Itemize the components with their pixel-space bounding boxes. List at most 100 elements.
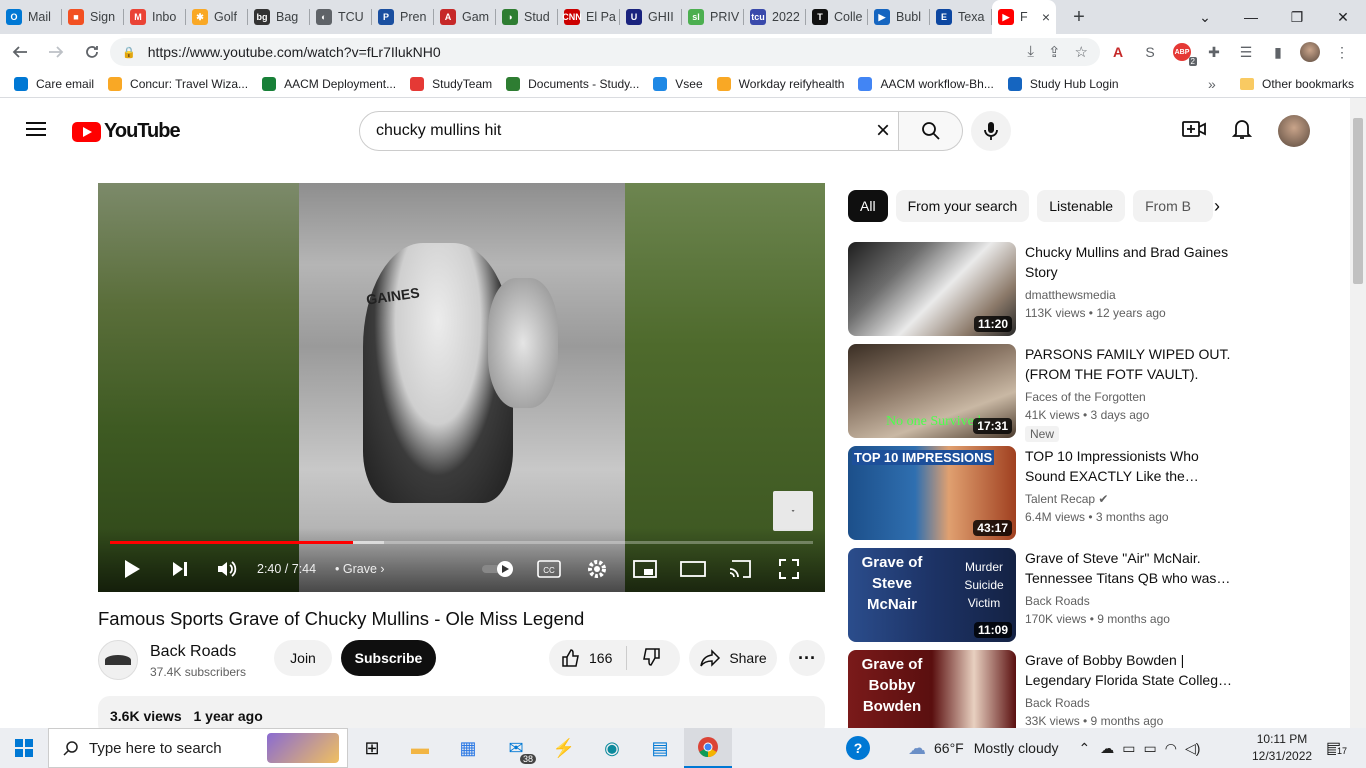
task-view-icon[interactable]: ⊞ — [348, 728, 396, 768]
voice-search-button[interactable] — [971, 111, 1011, 151]
subscribe-button[interactable]: Subscribe — [341, 640, 436, 676]
create-video-icon[interactable] — [1182, 119, 1206, 144]
browser-tab[interactable]: ✱ Golf — [186, 0, 248, 34]
settings-button[interactable] — [584, 555, 610, 583]
side-panel-icon[interactable]: ▮ — [1268, 42, 1288, 62]
browser-tab[interactable]: CNN El Pa — [558, 0, 620, 34]
browser-tab[interactable]: ▶ F × — [992, 0, 1056, 34]
chevron-more-icon[interactable]: » — [1208, 76, 1216, 92]
youtube-logo[interactable]: YouTube — [72, 120, 181, 143]
progress-bar[interactable] — [110, 541, 813, 544]
tab-search-icon[interactable]: ⌄ — [1182, 0, 1228, 34]
theater-mode-button[interactable] — [680, 555, 706, 583]
video-title[interactable]: TOP 10 Impressionists Who Sound EXACTLY … — [1025, 446, 1235, 486]
notifications-bell-icon[interactable] — [1231, 118, 1253, 145]
cast-button[interactable] — [728, 555, 754, 583]
volume-button[interactable] — [214, 555, 240, 583]
join-button[interactable]: Join — [274, 640, 332, 676]
search-input[interactable] — [376, 122, 856, 140]
maximize-icon[interactable]: ❐ — [1274, 0, 1320, 34]
forward-button[interactable] — [40, 36, 72, 68]
weather-cloud-icon[interactable]: ☁ — [908, 738, 926, 759]
browser-tab[interactable]: ◑ Stud — [496, 0, 558, 34]
edge-icon[interactable]: ◉ — [588, 728, 636, 768]
channel-watermark[interactable]: ◒ — [773, 491, 813, 531]
browser-tab[interactable]: E Texa — [930, 0, 992, 34]
weather-desc[interactable]: Mostly cloudy — [974, 740, 1059, 756]
video-title[interactable]: Chucky Mullins and Brad Gaines Story — [1025, 242, 1235, 282]
video-title[interactable]: Grave of Bobby Bowden | Legendary Florid… — [1025, 650, 1235, 690]
display-icon[interactable]: ▭ — [1122, 740, 1135, 757]
video-thumbnail[interactable]: Grave of Steve McNair Murder Suicide Vict… — [848, 548, 1016, 642]
bookmark-item[interactable]: Vsee — [653, 76, 703, 91]
account-avatar[interactable] — [1278, 115, 1310, 147]
channel-name[interactable]: Back Roads — [1025, 594, 1090, 608]
abp-extension-icon[interactable]: ABP 2 — [1172, 42, 1197, 66]
browser-tab[interactable]: A Gam — [434, 0, 496, 34]
channel-name[interactable]: Faces of the Forgotten — [1025, 390, 1146, 404]
close-window-icon[interactable]: ✕ — [1320, 0, 1366, 34]
puzzle-icon[interactable]: ✚ — [1204, 42, 1224, 62]
notification-center-icon[interactable]: ▤ 17 — [1326, 738, 1349, 758]
reading-list-icon[interactable]: ☰ — [1236, 42, 1256, 62]
bookmark-item[interactable]: Workday reifyhealth — [716, 76, 844, 91]
browser-tab[interactable]: tcu 2022 — [744, 0, 806, 34]
other-bookmarks[interactable]: Other bookmarks — [1240, 77, 1354, 91]
battery-icon[interactable]: ▭ — [1144, 740, 1157, 757]
recommended-video[interactable]: 11:20 Chucky Mullins and Brad Gaines Stor… — [848, 242, 1228, 336]
video-title[interactable]: PARSONS FAMILY WIPED OUT. (FROM THE FOTF… — [1025, 344, 1235, 384]
filter-chip[interactable]: From your search — [895, 190, 1030, 222]
page-scrollbar[interactable] — [1350, 98, 1366, 728]
miniplayer-button[interactable] — [632, 555, 658, 583]
recommended-video[interactable]: No one Survived 17:31 PARSONS FAMILY WIPED… — [848, 344, 1230, 442]
minimize-icon[interactable]: — — [1228, 0, 1274, 34]
dislike-button[interactable] — [641, 647, 661, 670]
autoplay-toggle[interactable] — [481, 555, 515, 583]
browser-tab[interactable]: O Mail — [0, 0, 62, 34]
clear-icon[interactable]: × — [876, 118, 890, 144]
address-bar[interactable]: 🔒 https://www.youtube.com/watch?v=fLr7Il… — [110, 38, 1100, 66]
more-actions-button[interactable]: ··· — [789, 640, 825, 676]
bookmark-item[interactable]: AACM workflow-Bh... — [858, 76, 994, 91]
help-icon[interactable]: ? — [846, 736, 870, 760]
browser-tab[interactable]: M Inbo — [124, 0, 186, 34]
browser-tab[interactable]: ▶ Bubl — [868, 0, 930, 34]
start-button[interactable] — [0, 728, 48, 768]
captions-button[interactable]: CC — [536, 555, 562, 583]
s-extension-icon[interactable]: S — [1140, 42, 1160, 62]
mail-icon[interactable]: ✉ 38 — [492, 728, 540, 768]
chapter-button[interactable]: • Grave › — [335, 562, 385, 576]
video-player[interactable]: GAINES ◒ 2:40 / 7:44 • Grave › CC — [98, 183, 825, 592]
taskbar-search[interactable]: Type here to search — [48, 728, 348, 768]
filter-chip[interactable]: From B — [1133, 190, 1214, 222]
reload-button[interactable] — [76, 36, 108, 68]
speaker-icon[interactable]: ◁) — [1185, 740, 1200, 757]
bookmark-star-icon[interactable]: ☆ — [1075, 43, 1088, 61]
search-button[interactable] — [899, 111, 963, 151]
share-icon[interactable]: ⇪ — [1048, 43, 1061, 61]
new-tab-button[interactable]: + — [1062, 0, 1096, 34]
profile-avatar[interactable] — [1300, 42, 1320, 62]
next-button[interactable] — [168, 555, 192, 583]
filter-chip[interactable]: Listenable — [1037, 190, 1126, 222]
chrome-icon[interactable] — [684, 728, 732, 768]
filter-chip[interactable]: All — [848, 190, 888, 222]
share-button[interactable]: Share — [689, 640, 777, 676]
browser-tab[interactable]: ■ Sign — [62, 0, 124, 34]
store-icon[interactable]: ▦ — [444, 728, 492, 768]
wifi-icon[interactable]: ◠ — [1165, 740, 1177, 757]
browser-tab[interactable]: T Colle — [806, 0, 868, 34]
video-thumbnail[interactable]: 11:20 — [848, 242, 1016, 336]
channel-name[interactable]: Talent Recap ✔ — [1025, 492, 1108, 506]
channel-name[interactable]: dmatthewsmedia — [1025, 288, 1116, 302]
weather-temp[interactable]: 66°F — [934, 740, 964, 756]
bookmark-item[interactable]: Documents - Study... — [506, 76, 639, 91]
onedrive-icon[interactable]: ☁ — [1100, 740, 1114, 757]
bookmark-item[interactable]: Care email — [14, 76, 94, 91]
bookmark-item[interactable]: Study Hub Login — [1007, 76, 1119, 91]
video-thumbnail[interactable]: TOP 10 IMPRESSIONS 43:17 — [848, 446, 1016, 540]
bookmark-item[interactable]: AACM Deployment... — [262, 76, 396, 91]
channel-name[interactable]: Back Roads — [150, 643, 236, 661]
browser-tab[interactable]: U GHII — [620, 0, 682, 34]
menu-dots-icon[interactable]: ⋮ — [1332, 42, 1352, 62]
